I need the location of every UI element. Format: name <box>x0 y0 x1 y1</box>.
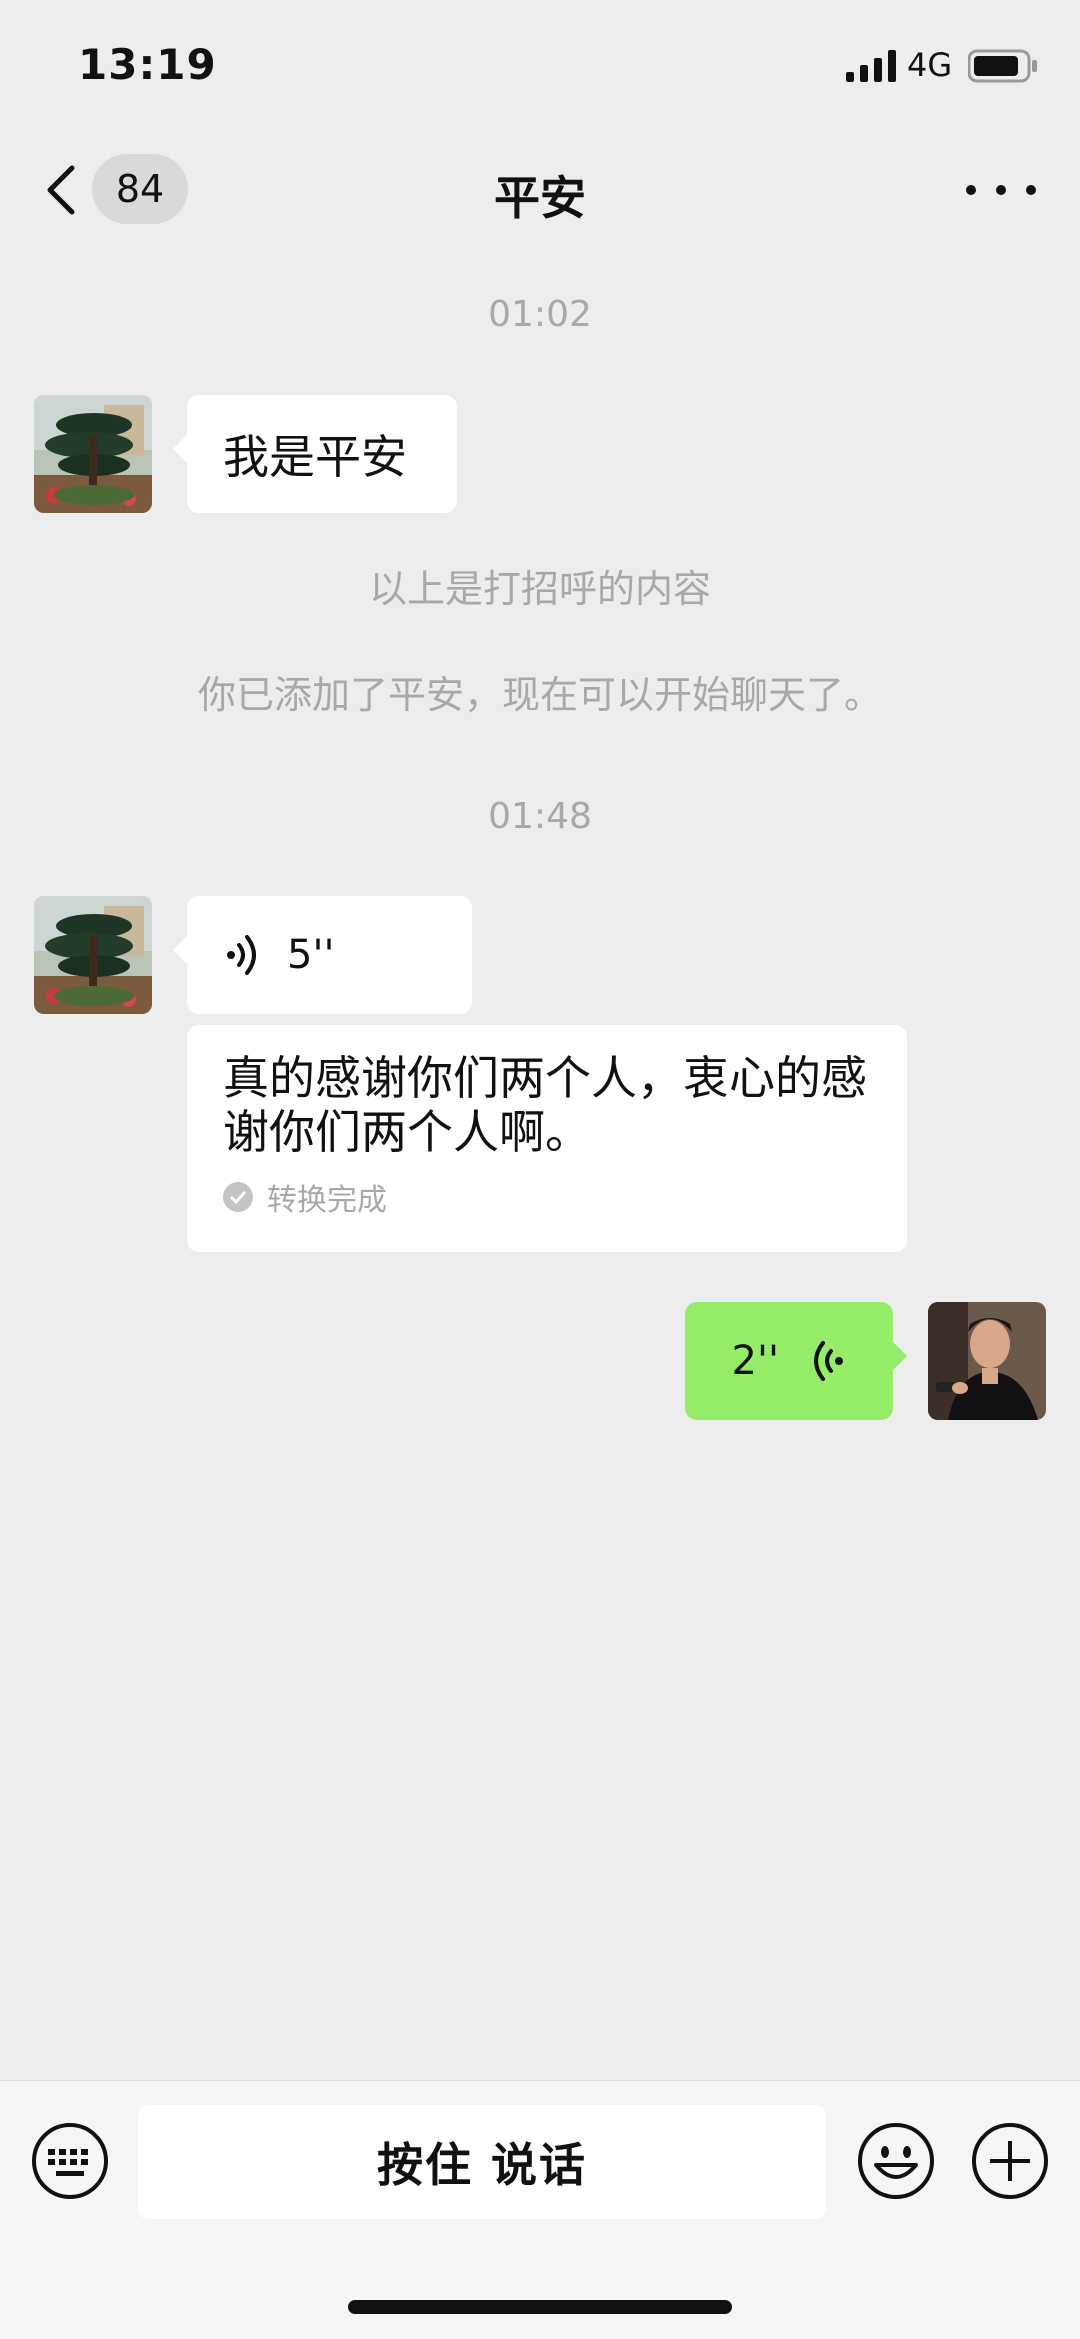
status-bar: 13:19 4G <box>0 0 1080 130</box>
message-timestamp: 01:02 <box>488 294 592 335</box>
received-voice-bubble[interactable]: 5'' <box>173 896 472 1014</box>
person-avatar-image <box>928 1302 1046 1420</box>
contact-avatar[interactable] <box>34 395 152 513</box>
chat-title: 平安 <box>494 171 586 225</box>
more-dot <box>1026 185 1036 195</box>
keyboard-icon[interactable] <box>30 2121 110 2201</box>
more-icon[interactable] <box>966 170 1036 210</box>
voice-icon <box>227 935 256 975</box>
tree-avatar-image <box>34 395 152 513</box>
status-time: 13:19 <box>78 40 217 89</box>
transcript-text: 真的感谢你们两个人，衷心的感谢你们两个人啊。 <box>223 1051 867 1159</box>
voice-transcript-bubble[interactable]: 真的感谢你们两个人，衷心的感谢你们两个人啊。 转换完成 <box>187 1025 907 1252</box>
tree-avatar-image <box>34 896 152 1014</box>
my-avatar[interactable] <box>928 1302 1046 1420</box>
check-icon <box>223 1182 253 1212</box>
system-notice: 你已添加了平安，现在可以开始聊天了。 <box>197 673 882 717</box>
transcript-status: 转换完成 <box>223 1175 871 1219</box>
more-dot <box>996 185 1006 195</box>
network-type: 4G <box>907 46 953 84</box>
message-text: 我是平安 <box>223 430 407 484</box>
signal-icon <box>846 50 896 82</box>
sent-voice-bubble[interactable]: 2'' <box>685 1302 907 1420</box>
chat-header: 84 平安 <box>0 140 1080 240</box>
more-dot <box>966 185 976 195</box>
received-text-bubble[interactable]: 我是平安 <box>173 395 457 513</box>
voice-duration: 2'' <box>731 1338 779 1384</box>
voice-icon <box>814 1341 843 1381</box>
plus-icon[interactable] <box>970 2121 1050 2201</box>
message-timestamp: 01:48 <box>488 796 592 837</box>
system-notice: 以上是打招呼的内容 <box>368 567 711 611</box>
battery-icon <box>968 49 1037 83</box>
contact-avatar[interactable] <box>34 896 152 1014</box>
home-indicator[interactable] <box>348 2300 732 2314</box>
transcript-status-label: 转换完成 <box>267 1183 387 1218</box>
emoji-icon[interactable] <box>856 2121 936 2201</box>
voice-duration: 5'' <box>287 932 335 978</box>
hold-to-talk-button[interactable]: 按住 说话 <box>138 2105 826 2219</box>
